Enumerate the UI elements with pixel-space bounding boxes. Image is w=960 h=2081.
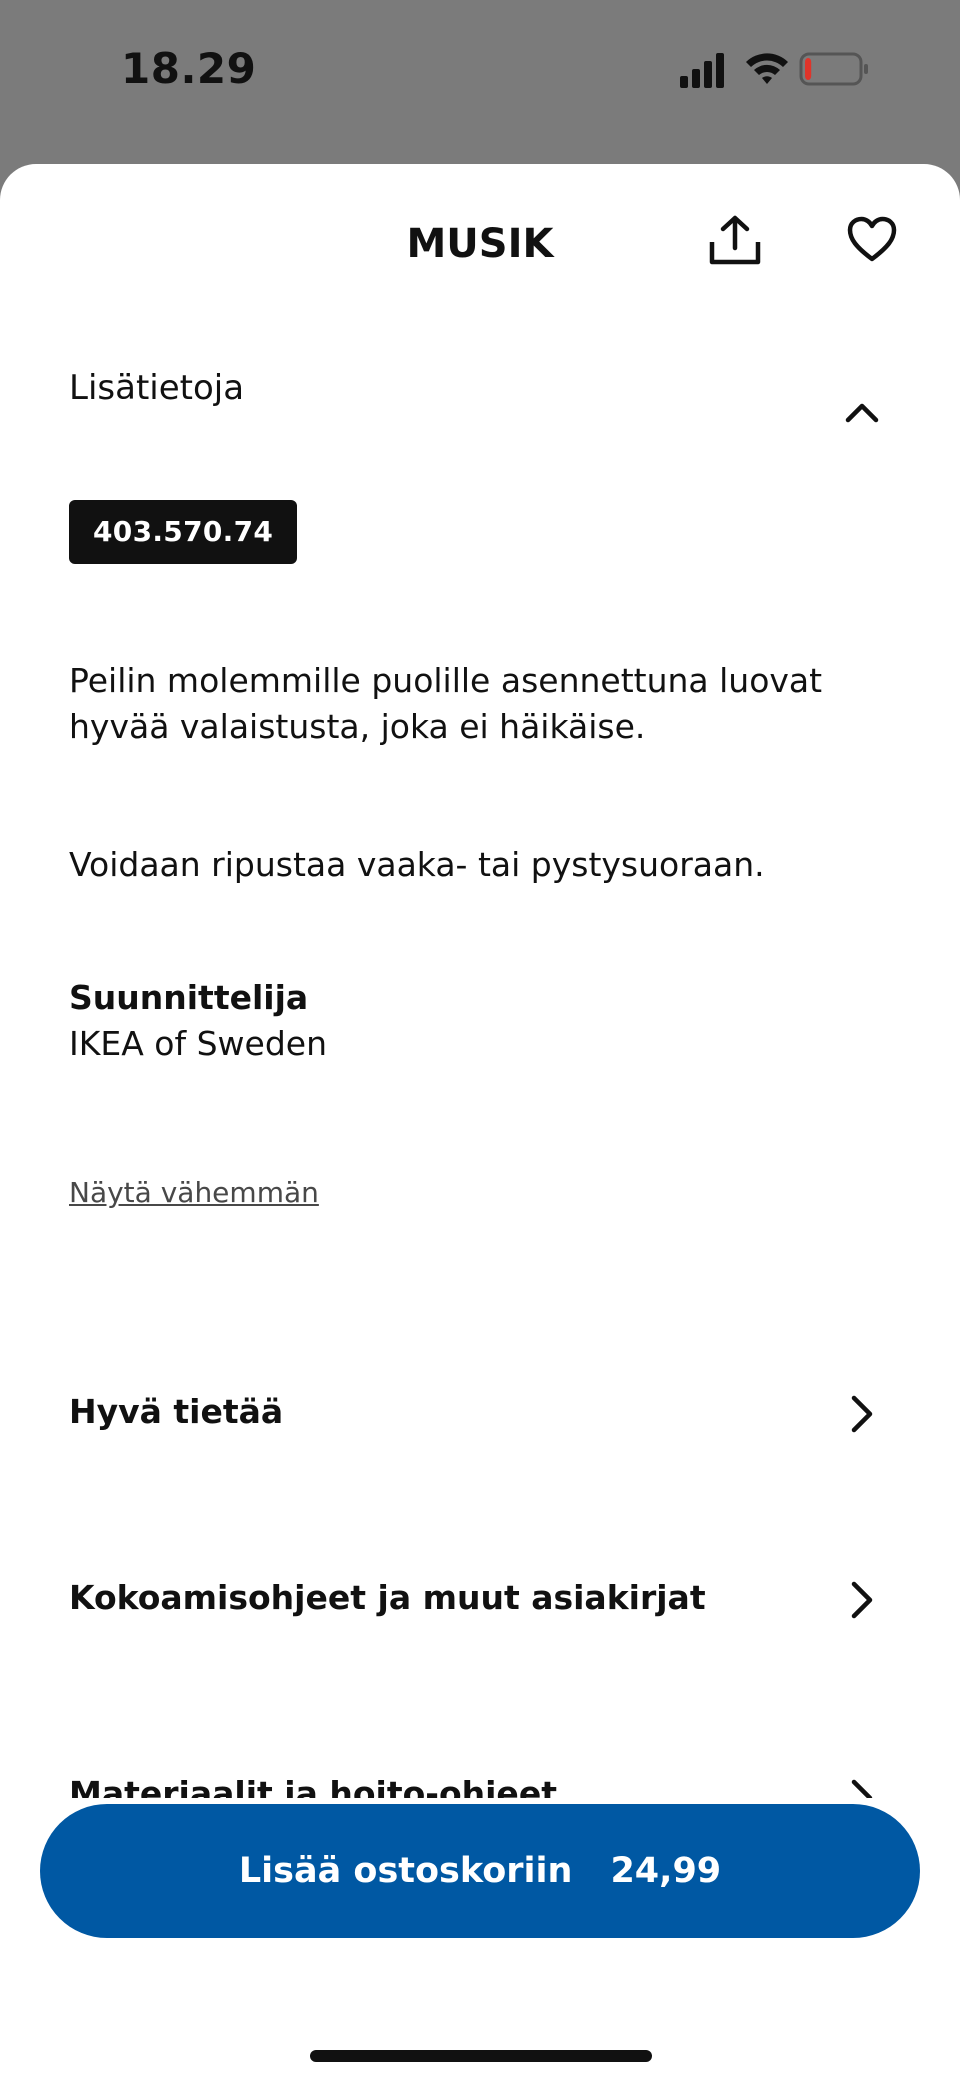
section-title: Lisätietoja xyxy=(69,368,245,408)
designer-label: Suunnittelija xyxy=(69,978,309,1017)
article-number-badge: 403.570.74 xyxy=(69,500,298,564)
share-icon xyxy=(709,215,761,265)
scroll-clip: Materiaalit ja hoito-ohjeet xyxy=(0,1754,960,1798)
description-paragraph: Voidaan ripustaa vaaka- tai pystysuoraan… xyxy=(69,845,765,884)
chevron-right-icon xyxy=(851,1395,873,1433)
section-row-label: Kokoamisohjeet ja muut asiakirjat xyxy=(69,1578,706,1617)
chevron-up-icon xyxy=(845,403,879,423)
share-button[interactable] xyxy=(695,200,775,280)
add-to-cart-price: 24,99 xyxy=(610,1851,722,1891)
status-time: 18.29 xyxy=(121,44,257,93)
favorite-button[interactable] xyxy=(832,200,912,280)
signal-wifi-battery-icons xyxy=(680,52,868,88)
cellular-signal-icon xyxy=(680,53,724,88)
show-less-link[interactable]: Näytä vähemmän xyxy=(69,1176,319,1209)
battery-icon xyxy=(799,52,868,86)
collapse-button[interactable] xyxy=(822,372,902,452)
chevron-right-icon xyxy=(851,1779,873,1798)
designer-name: IKEA of Sweden xyxy=(69,1024,327,1063)
product-details-sheet: MUSIK Lisätietoja 403.570.74 Peilin mole… xyxy=(0,164,960,2081)
heart-icon xyxy=(847,216,897,262)
product-title: MUSIK xyxy=(406,221,554,267)
home-indicator[interactable] xyxy=(310,2050,652,2062)
add-to-cart-button[interactable]: Lisää ostoskoriin 24,99 xyxy=(40,1804,920,1938)
section-row-label: Materiaalit ja hoito-ohjeet xyxy=(69,1774,557,1798)
chevron-right-icon xyxy=(851,1581,873,1619)
section-row-good-to-know[interactable]: Hyvä tietää xyxy=(0,1364,960,1464)
section-row-materials-care[interactable]: Materiaalit ja hoito-ohjeet xyxy=(0,1754,960,1798)
status-bar: 18.29 xyxy=(0,0,960,150)
wifi-icon xyxy=(746,53,788,84)
section-row-assembly-documents[interactable]: Kokoamisohjeet ja muut asiakirjat xyxy=(0,1550,960,1650)
section-row-label: Hyvä tietää xyxy=(69,1392,284,1431)
add-to-cart-label: Lisää ostoskoriin xyxy=(238,1851,573,1891)
description-paragraph: Peilin molemmille puolille asennettuna l… xyxy=(69,661,823,746)
status-icons xyxy=(680,48,880,92)
